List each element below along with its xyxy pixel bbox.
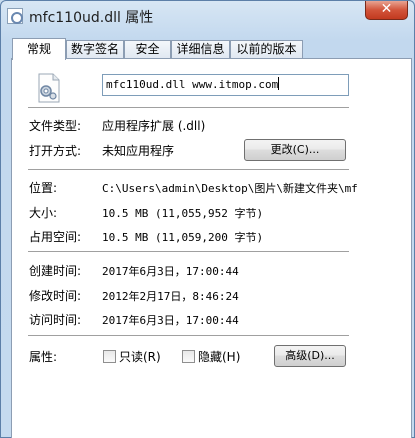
- file-name-field[interactable]: mfc110ud.dll www.itmop.com: [102, 74, 349, 96]
- modified-value: 2012年2月17日，8:46:24: [102, 290, 239, 303]
- size-on-disk-value: 10.5 MB (11,059,200 字节): [102, 231, 264, 244]
- readonly-checkbox[interactable]: [103, 350, 116, 363]
- created-label: 创建时间:: [29, 264, 82, 278]
- window-title: mfc110ud.dll 属性: [29, 10, 154, 26]
- created-value: 2017年6月3日，17:00:44: [102, 265, 239, 278]
- tab-security[interactable]: 安全: [124, 40, 171, 59]
- readonly-label[interactable]: 只读(R): [119, 348, 161, 365]
- tab-previous-versions[interactable]: 以前的版本: [230, 40, 303, 59]
- size-on-disk-label: 占用空间:: [29, 230, 82, 244]
- general-panel: mfc110ud.dll www.itmop.com 文件类型: 应用程序扩展 …: [11, 58, 412, 438]
- tab-general[interactable]: 常规: [12, 38, 66, 60]
- attributes-label: 属性:: [29, 350, 58, 364]
- tab-details[interactable]: 详细信息: [171, 40, 230, 59]
- separator: [28, 335, 349, 336]
- location-value: C:\Users\admin\Desktop\图片\新建文件夹\mf: [102, 182, 358, 195]
- size-value: 10.5 MB (11,055,952 字节): [102, 207, 264, 220]
- accessed-label: 访问时间:: [29, 313, 82, 327]
- separator: [28, 251, 349, 252]
- dll-file-icon: [7, 8, 23, 24]
- accessed-value: 2017年6月3日，17:00:44: [102, 314, 239, 327]
- open-with-label: 打开方式:: [29, 144, 82, 158]
- tab-strip: 常规 数字签名 安全 详细信息 以前的版本: [12, 38, 412, 60]
- file-type-value: 应用程序扩展 (.dll): [102, 119, 206, 133]
- change-button[interactable]: 更改(C)...: [244, 139, 346, 161]
- file-type-label: 文件类型:: [29, 119, 82, 133]
- properties-window: mfc110ud.dll 属性 ✕ 常规 数字签名 安全 详细信息 以前的版本 …: [0, 0, 415, 438]
- hidden-label[interactable]: 隐藏(H): [198, 348, 240, 365]
- dll-gear-file-icon: [38, 73, 60, 103]
- separator: [28, 107, 349, 108]
- size-label: 大小:: [29, 206, 58, 220]
- advanced-button[interactable]: 高级(D)...: [274, 345, 346, 367]
- title-bar[interactable]: mfc110ud.dll 属性 ✕: [1, 1, 414, 31]
- open-with-value: 未知应用程序: [102, 144, 175, 158]
- file-name-text: mfc110ud.dll www.itmop.com: [106, 78, 279, 91]
- tab-digital-signatures[interactable]: 数字签名: [66, 40, 124, 59]
- close-button[interactable]: ✕: [365, 1, 408, 20]
- separator: [28, 169, 349, 170]
- hidden-checkbox[interactable]: [182, 350, 195, 363]
- modified-label: 修改时间:: [29, 289, 82, 303]
- text-caret: [278, 77, 280, 90]
- location-label: 位置:: [29, 181, 58, 195]
